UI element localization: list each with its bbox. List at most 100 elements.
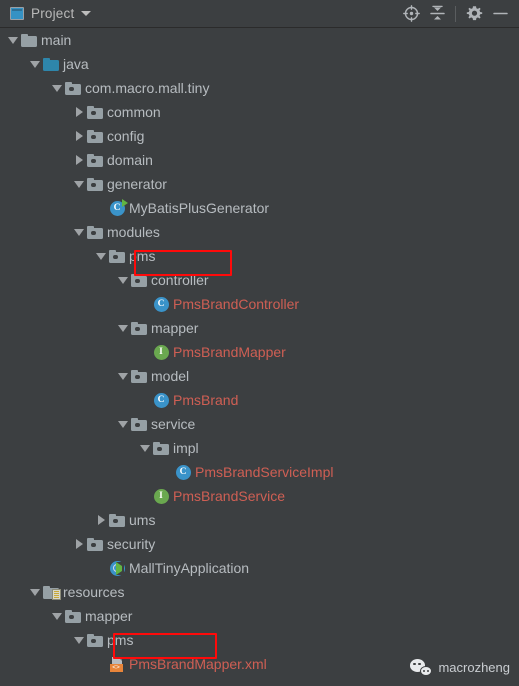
- tree-node-label: impl: [173, 440, 199, 456]
- wechat-icon: [410, 659, 433, 676]
- tree-node-label: PmsBrandService: [173, 488, 286, 504]
- expand-arrow-icon[interactable]: [72, 124, 86, 148]
- tree-node-service[interactable]: service: [0, 412, 519, 436]
- tree-node-mapper[interactable]: mapper: [0, 316, 519, 340]
- tree-node-label: domain: [107, 152, 153, 168]
- expand-arrow-icon[interactable]: [72, 532, 86, 556]
- tree-node-common[interactable]: common: [0, 100, 519, 124]
- tree-node-mapper[interactable]: mapper: [0, 604, 519, 628]
- tree-node-label: generator: [107, 176, 167, 192]
- collapse-arrow-icon[interactable]: [28, 580, 42, 604]
- package-folder-icon: [86, 100, 104, 124]
- tree-node-resources[interactable]: resources: [0, 580, 519, 604]
- tool-window-title-group[interactable]: Project: [10, 6, 92, 21]
- runnable-class-icon: C: [108, 196, 128, 220]
- tree-node-label: mapper: [85, 608, 133, 624]
- collapse-arrow-icon[interactable]: [50, 76, 64, 100]
- watermark-label: macrozheng: [438, 660, 510, 675]
- gear-icon[interactable]: [461, 2, 487, 26]
- collapse-arrow-icon[interactable]: [6, 28, 20, 52]
- tree-node-spacer: [94, 556, 108, 580]
- tree-node-label: PmsBrandServiceImpl: [195, 464, 334, 480]
- expand-arrow-icon[interactable]: [72, 100, 86, 124]
- tree-node-main[interactable]: main: [0, 28, 519, 52]
- package-folder-icon: [86, 220, 104, 244]
- collapse-arrow-icon[interactable]: [116, 316, 130, 340]
- tree-node-label: ums: [129, 512, 156, 528]
- tree-node-pmsbrandmapper[interactable]: I PmsBrandMapper: [0, 340, 519, 364]
- tree-node-pmsbrandcontroller[interactable]: C PmsBrandController: [0, 292, 519, 316]
- tool-window-header: Project: [0, 0, 519, 28]
- tree-node-label: security: [107, 536, 156, 552]
- source-root-folder-icon: [42, 52, 60, 76]
- package-folder-icon: [86, 124, 104, 148]
- chevron-down-icon[interactable]: [81, 11, 92, 16]
- tree-node-ums[interactable]: ums: [0, 508, 519, 532]
- tree-node-pmsbrand[interactable]: C PmsBrand: [0, 388, 519, 412]
- tree-node-label: PmsBrandMapper: [173, 344, 286, 360]
- collapse-arrow-icon[interactable]: [72, 628, 86, 652]
- class-icon: C: [174, 460, 192, 484]
- tree-node-com-macro-mall-tiny[interactable]: com.macro.mall.tiny: [0, 76, 519, 100]
- tree-node-label: controller: [151, 272, 209, 288]
- tree-node-label: common: [107, 104, 161, 120]
- tree-node-label: MallTinyApplication: [129, 560, 250, 576]
- tree-node-security[interactable]: security: [0, 532, 519, 556]
- collapse-arrow-icon[interactable]: [116, 412, 130, 436]
- collapse-arrow-icon[interactable]: [94, 244, 108, 268]
- project-panel-icon: [10, 7, 24, 20]
- project-tree[interactable]: main java com.macro.mall.tiny common config d…: [0, 28, 519, 686]
- package-folder-icon: [86, 628, 104, 652]
- tree-node-label: pms: [107, 632, 134, 648]
- class-icon: C: [152, 388, 170, 412]
- collapse-arrow-icon[interactable]: [72, 220, 86, 244]
- expand-arrow-icon[interactable]: [72, 148, 86, 172]
- tree-node-pms[interactable]: pms: [0, 244, 519, 268]
- tree-node-pmsbrandserviceimpl[interactable]: C PmsBrandServiceImpl: [0, 460, 519, 484]
- tree-node-generator[interactable]: generator: [0, 172, 519, 196]
- tree-node-model[interactable]: model: [0, 364, 519, 388]
- collapse-arrow-icon[interactable]: [50, 604, 64, 628]
- interface-icon: I: [152, 484, 170, 508]
- select-opened-file-icon[interactable]: [398, 2, 424, 26]
- tree-node-spacer: [138, 484, 152, 508]
- collapse-arrow-icon[interactable]: [72, 172, 86, 196]
- collapse-all-icon[interactable]: [424, 2, 450, 26]
- package-folder-icon: [108, 244, 126, 268]
- tree-node-label: main: [41, 32, 72, 48]
- collapse-arrow-icon[interactable]: [138, 436, 152, 460]
- collapse-arrow-icon[interactable]: [28, 52, 42, 76]
- tree-node-spacer: [138, 340, 152, 364]
- folder-icon: [20, 28, 38, 52]
- package-folder-icon: [86, 148, 104, 172]
- tree-node-malltinyapplication[interactable]: MallTinyApplication: [0, 556, 519, 580]
- tree-node-label: MyBatisPlusGenerator: [129, 200, 270, 216]
- package-folder-icon: [86, 532, 104, 556]
- package-folder-icon: [152, 436, 170, 460]
- tree-node-label: modules: [107, 224, 160, 240]
- tree-node-config[interactable]: config: [0, 124, 519, 148]
- watermark: macrozheng: [410, 659, 510, 676]
- tree-node-java[interactable]: java: [0, 52, 519, 76]
- spring-boot-run-icon: [108, 556, 126, 580]
- collapse-arrow-icon[interactable]: [116, 364, 130, 388]
- tree-node-pmsbrandservice[interactable]: I PmsBrandService: [0, 484, 519, 508]
- tree-node-modules[interactable]: modules: [0, 220, 519, 244]
- tree-node-mybatisplusgenerator[interactable]: C MyBatisPlusGenerator: [0, 196, 519, 220]
- package-folder-icon: [108, 508, 126, 532]
- tree-node-impl[interactable]: impl: [0, 436, 519, 460]
- toolbar-separator: [455, 5, 456, 22]
- collapse-arrow-icon[interactable]: [116, 268, 130, 292]
- package-folder-icon: [130, 316, 148, 340]
- minimize-icon[interactable]: [487, 2, 513, 26]
- package-folder-icon: [130, 364, 148, 388]
- tree-node-label: com.macro.mall.tiny: [85, 80, 210, 96]
- tree-node-pms[interactable]: pms: [0, 628, 519, 652]
- tree-node-label: PmsBrand: [173, 392, 239, 408]
- tree-node-domain[interactable]: domain: [0, 148, 519, 172]
- interface-icon: I: [152, 340, 170, 364]
- tree-node-controller[interactable]: controller: [0, 268, 519, 292]
- package-folder-icon: [64, 604, 82, 628]
- expand-arrow-icon[interactable]: [94, 508, 108, 532]
- tree-node-label: java: [63, 56, 89, 72]
